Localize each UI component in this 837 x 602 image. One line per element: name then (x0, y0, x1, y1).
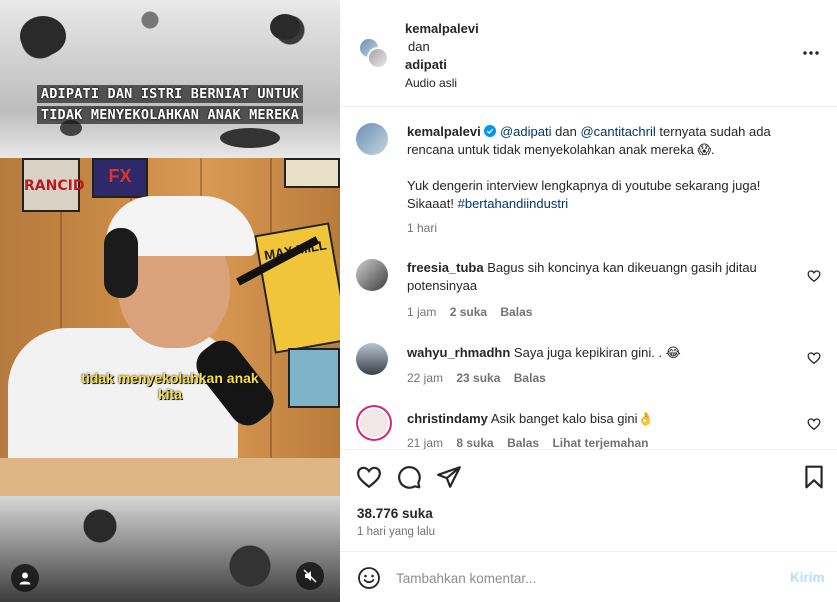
mention-link[interactable]: @adipati (500, 124, 552, 139)
commenter-avatar[interactable] (356, 343, 388, 375)
comment-text: freesia_tuba Bagus sih koncinya kan dike… (407, 259, 807, 295)
more-options-button[interactable] (802, 44, 824, 60)
comment-meta: 21 jam 8 suka Balas Lihat terjemahan (407, 436, 658, 449)
poster-text: FX (108, 166, 132, 186)
caption-avatar[interactable] (356, 123, 388, 155)
poster: MAX MILL (254, 222, 340, 354)
reply-button[interactable]: Balas (514, 371, 546, 385)
comment-likes[interactable]: 2 suka (450, 305, 487, 319)
media-header-graphic (0, 0, 340, 158)
authors-conjunction: dan (408, 39, 430, 54)
post-media[interactable]: ADIPATI DAN ISTRI BERNIAT UNTUK TIDAK ME… (0, 0, 340, 602)
ink-splat (20, 16, 66, 56)
hashtag-link[interactable]: #bertahandiindustri (458, 196, 569, 211)
post-details-panel: kemalpalevi dan adipati Audio asli kemal… (340, 0, 837, 602)
heart-icon[interactable] (807, 417, 821, 431)
caption-time[interactable]: 1 hari (407, 221, 437, 235)
comment-username[interactable]: wahyu_rhmadhn (407, 345, 510, 360)
comment-likes[interactable]: 8 suka (456, 436, 493, 449)
desk (0, 458, 340, 498)
headline-line: TIDAK MENYEKOLAHKAN ANAK MEREKA (36, 106, 304, 124)
likes-count[interactable]: 38.776 suka (357, 506, 433, 521)
comment-likes[interactable]: 23 suka (456, 371, 500, 385)
comment-text: wahyu_rhmadhn Saya juga kepikiran gini. … (407, 344, 807, 362)
ink-splat (220, 128, 280, 148)
translate-button[interactable]: Lihat terjemahan (552, 436, 648, 449)
reply-button[interactable]: Balas (507, 436, 539, 449)
commenter-avatar-story[interactable] (356, 405, 392, 441)
video-headline: ADIPATI DAN ISTRI BERNIAT UNTUK TIDAK ME… (0, 84, 340, 126)
audio-link[interactable]: Audio asli (405, 74, 479, 92)
commenter-avatar[interactable] (356, 259, 388, 291)
paper-plane-icon[interactable] (436, 464, 462, 490)
subtitle-line: tidak menyekolahkan anak (81, 370, 259, 386)
submit-comment-button[interactable]: Kirim (790, 570, 825, 585)
headphones (104, 228, 138, 298)
comment-row: christindamy Asik banget kalo bisa gini👌… (356, 405, 821, 449)
comment-time[interactable]: 1 jam (407, 305, 436, 319)
caption: kemalpalevi @adipati dan @cantitachril t… (356, 123, 821, 243)
verified-badge-icon (484, 125, 497, 137)
heart-icon[interactable] (807, 351, 821, 365)
bookmark-icon[interactable] (801, 464, 827, 490)
comment-bubble-icon[interactable] (396, 464, 422, 490)
video-subtitle: tidak menyekolahkan anak kita (40, 370, 300, 402)
comments-list[interactable]: kemalpalevi @adipati dan @cantitachril t… (340, 107, 837, 449)
poster: FX (92, 158, 148, 198)
comment-username[interactable]: christindamy (407, 411, 488, 426)
poster: RANCID (22, 158, 85, 212)
media-footer-graphic (0, 496, 340, 602)
mute-button[interactable] (296, 562, 324, 590)
heart-icon[interactable] (807, 269, 821, 283)
poster-text: RANCID (24, 178, 85, 194)
caption-meta: 1 hari (407, 221, 447, 235)
caption-word: dan (555, 124, 577, 139)
comment-username[interactable]: freesia_tuba (407, 260, 484, 275)
comment-row: freesia_tuba Bagus sih koncinya kan dike… (356, 259, 821, 319)
comment-meta: 1 jam 2 suka Balas (407, 305, 542, 319)
subtitle-line: kita (157, 386, 183, 402)
heart-icon[interactable] (356, 464, 382, 490)
comment-input[interactable] (396, 568, 776, 588)
caption-username[interactable]: kemalpalevi (407, 124, 481, 139)
reply-button[interactable]: Balas (500, 305, 532, 319)
comment-row: wahyu_rhmadhn Saya juga kepikiran gini. … (356, 343, 821, 393)
ink-splat (270, 14, 300, 40)
headline-line: ADIPATI DAN ISTRI BERNIAT UNTUK (36, 85, 304, 103)
add-comment-bar: Kirim (340, 553, 837, 602)
comment-body: Asik banget kalo bisa gini👌 (490, 411, 654, 426)
muted-speaker-icon (303, 569, 317, 583)
caption-text: kemalpalevi @adipati dan @cantitachril t… (407, 123, 807, 213)
tagged-users-button[interactable] (11, 564, 39, 592)
more-dots-icon (803, 51, 819, 55)
comment-meta: 22 jam 23 suka Balas (407, 371, 556, 385)
coauthor-avatar[interactable] (367, 47, 389, 69)
comment-text: christindamy Asik banget kalo bisa gini👌 (407, 410, 807, 428)
comment-body: Saya juga kepikiran gini. . 😂 (513, 345, 681, 360)
posted-time[interactable]: 1 hari yang lalu (357, 526, 435, 538)
post-header: kemalpalevi dan adipati Audio asli (340, 0, 837, 107)
comment-time[interactable]: 21 jam (407, 436, 443, 449)
header-authors: kemalpalevi dan adipati Audio asli (405, 20, 479, 92)
video-frame: RANCID FX MAX MILL (0, 158, 340, 498)
emoji-smile-icon[interactable] (357, 566, 381, 590)
author-username[interactable]: kemalpalevi (405, 20, 479, 38)
coauthor-username[interactable]: adipati (405, 56, 479, 74)
post-actions: 38.776 suka 1 hari yang lalu (340, 449, 837, 552)
comment-time[interactable]: 22 jam (407, 371, 443, 385)
mention-link[interactable]: @cantitachril (580, 124, 655, 139)
user-icon (19, 572, 31, 585)
poster (284, 158, 340, 188)
